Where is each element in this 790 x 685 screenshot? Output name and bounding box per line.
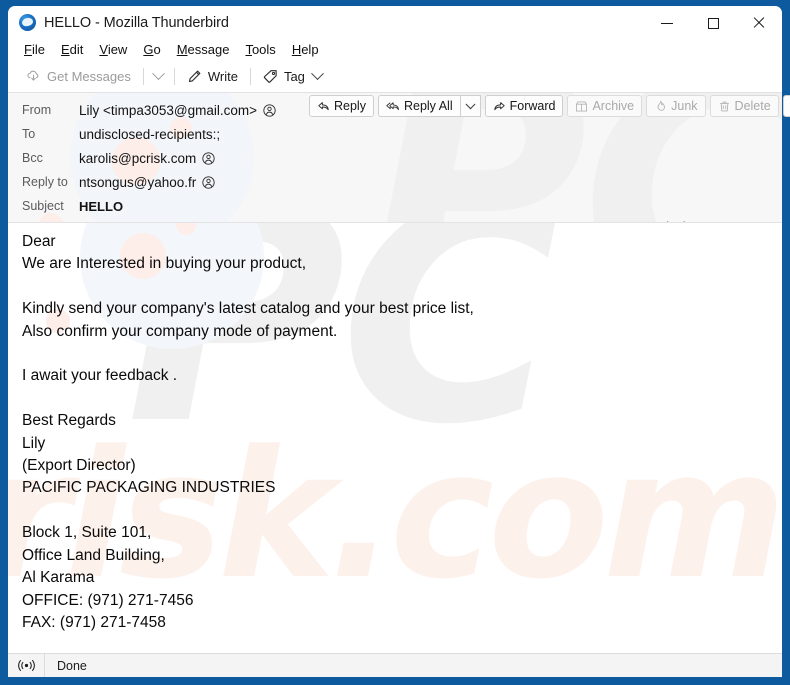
minimize-icon xyxy=(661,17,673,29)
archive-icon xyxy=(576,101,588,111)
cloud-download-icon xyxy=(27,70,39,81)
get-messages-dropdown-button[interactable] xyxy=(148,64,170,89)
header-row-subject: Subject HELLO xyxy=(8,194,428,218)
header-value-bcc[interactable]: karolis@pcrisk.com xyxy=(79,151,196,166)
get-messages-button[interactable]: Get Messages xyxy=(18,64,139,89)
email-body-text: Dear We are Interested in buying your pr… xyxy=(22,233,474,631)
message-body-pane: PC risk.com Dear We are Interested in bu… xyxy=(8,222,782,654)
header-row-bcc: Bcc karolis@pcrisk.com xyxy=(8,146,428,170)
menu-item-view[interactable]: View xyxy=(91,41,135,58)
header-row-to: To undisclosed-recipients:; xyxy=(8,122,428,146)
contact-avatar-icon[interactable] xyxy=(202,175,215,189)
menu-item-go[interactable]: Go xyxy=(135,41,168,58)
header-value-to[interactable]: undisclosed-recipients:; xyxy=(79,127,220,142)
close-icon xyxy=(753,17,765,29)
archive-label: Archive xyxy=(592,99,635,113)
forward-icon xyxy=(493,101,505,110)
menu-item-edit[interactable]: Edit xyxy=(53,41,91,58)
junk-label: Junk xyxy=(671,99,698,113)
header-label-reply-to: Reply to xyxy=(22,175,68,189)
header-value-subject: HELLO xyxy=(79,198,124,214)
header-label-subject: Subject xyxy=(22,199,64,213)
get-messages-label: Get Messages xyxy=(47,68,131,84)
toolbar-separator-2 xyxy=(173,67,175,85)
reply-all-dropdown-button[interactable] xyxy=(459,95,481,117)
menu-item-tools[interactable]: Tools xyxy=(237,41,283,58)
online-broadcast-icon xyxy=(17,660,35,671)
toolbar-separator-1 xyxy=(142,67,144,85)
maximize-button[interactable] xyxy=(690,6,736,39)
status-message: Done xyxy=(57,658,87,673)
write-button[interactable]: Write xyxy=(179,64,246,89)
write-label: Write xyxy=(207,68,238,84)
more-button[interactable]: More xyxy=(782,95,790,117)
maximize-icon xyxy=(707,17,719,29)
archive-button[interactable]: Archive xyxy=(567,95,643,117)
tag-button[interactable]: Tag xyxy=(255,64,330,89)
junk-flame-icon xyxy=(657,100,666,111)
minimize-button[interactable] xyxy=(644,6,690,39)
thunderbird-logo-icon xyxy=(19,14,36,31)
tag-label: Tag xyxy=(283,68,305,84)
header-row-from: From Lily <timpa3053@gmail.com> xyxy=(8,98,428,122)
menu-item-file[interactable]: File xyxy=(16,41,53,58)
status-icon-cell xyxy=(8,654,45,677)
contact-avatar-icon[interactable] xyxy=(202,151,215,165)
header-value-reply-to[interactable]: ntsongus@yahoo.fr xyxy=(79,175,196,190)
header-label-to: To xyxy=(22,127,36,141)
window-controls xyxy=(644,6,782,39)
main-toolbar: Get Messages Write Tag xyxy=(8,60,782,93)
menu-item-help[interactable]: Help xyxy=(284,41,327,58)
status-bar: Done xyxy=(8,653,782,677)
tag-icon xyxy=(263,69,277,83)
header-label-bcc: Bcc xyxy=(22,151,43,165)
close-button[interactable] xyxy=(736,6,782,39)
window-title: HELLO - Mozilla Thunderbird xyxy=(44,14,229,31)
title-bar: HELLO - Mozilla Thunderbird xyxy=(8,6,782,39)
delete-button[interactable]: Delete xyxy=(709,95,779,117)
delete-label: Delete xyxy=(734,99,771,113)
toolbar-separator-3 xyxy=(249,67,251,85)
chevron-down-icon xyxy=(465,98,476,109)
header-row-reply-to: Reply to ntsongus@yahoo.fr xyxy=(8,170,428,194)
pencil-icon xyxy=(188,70,201,82)
trash-icon xyxy=(719,101,729,111)
header-label-from: From xyxy=(22,103,52,117)
contact-avatar-icon[interactable] xyxy=(263,103,276,117)
chevron-down-icon xyxy=(311,66,324,80)
junk-button[interactable]: Junk xyxy=(646,95,706,117)
menu-bar: File Edit View Go Message Tools Help xyxy=(8,39,782,60)
thunderbird-window: HELLO - Mozilla Thunderbird File Edit Vi… xyxy=(0,0,790,685)
forward-button[interactable]: Forward xyxy=(484,95,564,117)
header-value-from[interactable]: Lily <timpa3053@gmail.com> xyxy=(79,103,257,118)
menu-item-message[interactable]: Message xyxy=(169,41,238,58)
forward-label: Forward xyxy=(509,99,556,113)
chevron-down-icon xyxy=(152,66,166,80)
header-fields: From Lily <timpa3053@gmail.com> To undis… xyxy=(8,93,428,218)
